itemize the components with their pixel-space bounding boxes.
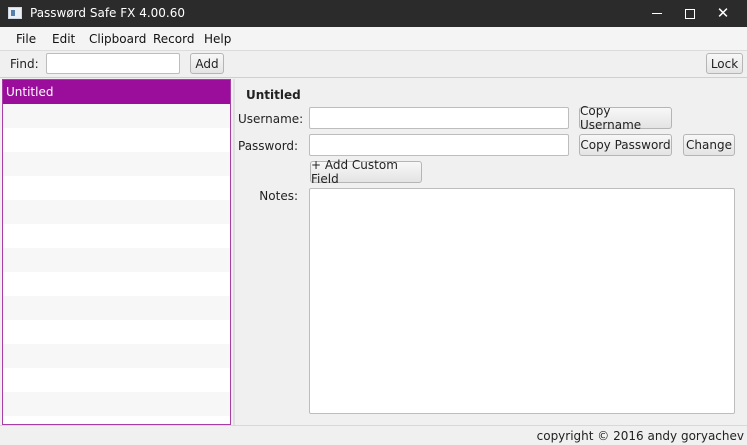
maximize-icon	[685, 8, 695, 19]
password-field[interactable]	[309, 134, 569, 156]
change-password-button[interactable]: Change	[683, 134, 735, 156]
menu-file[interactable]: File	[16, 32, 36, 46]
empty-row	[3, 368, 230, 392]
title-bar: Passwørd Safe FX 4.00.60 ✕	[0, 0, 747, 27]
menu-bar: File Edit Clipboard Record Help	[0, 27, 747, 51]
password-label: Password:	[238, 139, 299, 153]
empty-row	[3, 224, 230, 248]
empty-row	[3, 320, 230, 344]
empty-row	[3, 296, 230, 320]
empty-row	[3, 104, 230, 128]
status-bar: copyright © 2016 andy goryachev	[0, 425, 747, 445]
toolbar: Find: Add Lock	[0, 51, 747, 78]
empty-row	[3, 152, 230, 176]
menu-record[interactable]: Record	[153, 32, 194, 46]
empty-row	[3, 392, 230, 416]
menu-clipboard[interactable]: Clipboard	[89, 32, 146, 46]
copy-username-button[interactable]: Copy Username	[579, 104, 672, 132]
find-input[interactable]	[46, 53, 180, 74]
empty-row	[3, 128, 230, 152]
copy-password-button[interactable]: Copy Password	[579, 134, 672, 156]
notes-label: Notes:	[259, 189, 298, 203]
record-detail: Untitled Username: Copy Username Passwor…	[236, 79, 747, 425]
username-field[interactable]	[309, 107, 569, 129]
notes-textarea[interactable]	[309, 188, 735, 414]
empty-row	[3, 272, 230, 296]
record-list[interactable]: Untitled	[2, 79, 231, 425]
minimize-button[interactable]	[640, 0, 674, 27]
maximize-button[interactable]	[673, 0, 707, 27]
lock-button[interactable]: Lock	[706, 53, 743, 74]
copyright-text: copyright © 2016 andy goryachev	[536, 429, 744, 443]
menu-edit[interactable]: Edit	[52, 32, 75, 46]
add-custom-field-button[interactable]: + Add Custom Field	[310, 158, 422, 186]
entry-title: Untitled	[246, 88, 301, 102]
username-label: Username:	[238, 112, 304, 126]
close-icon: ✕	[716, 4, 730, 22]
app-icon	[8, 7, 22, 19]
empty-row	[3, 248, 230, 272]
split-divider[interactable]	[233, 79, 235, 425]
empty-row	[3, 344, 230, 368]
add-button[interactable]: Add	[190, 53, 224, 74]
menu-help[interactable]: Help	[204, 32, 231, 46]
empty-row	[3, 176, 230, 200]
empty-row	[3, 416, 230, 424]
close-button[interactable]: ✕	[706, 0, 740, 27]
empty-row	[3, 200, 230, 224]
list-item[interactable]: Untitled	[3, 80, 230, 104]
find-label: Find:	[10, 57, 39, 71]
minimize-icon	[652, 13, 662, 14]
window-title: Passwørd Safe FX 4.00.60	[30, 6, 185, 20]
